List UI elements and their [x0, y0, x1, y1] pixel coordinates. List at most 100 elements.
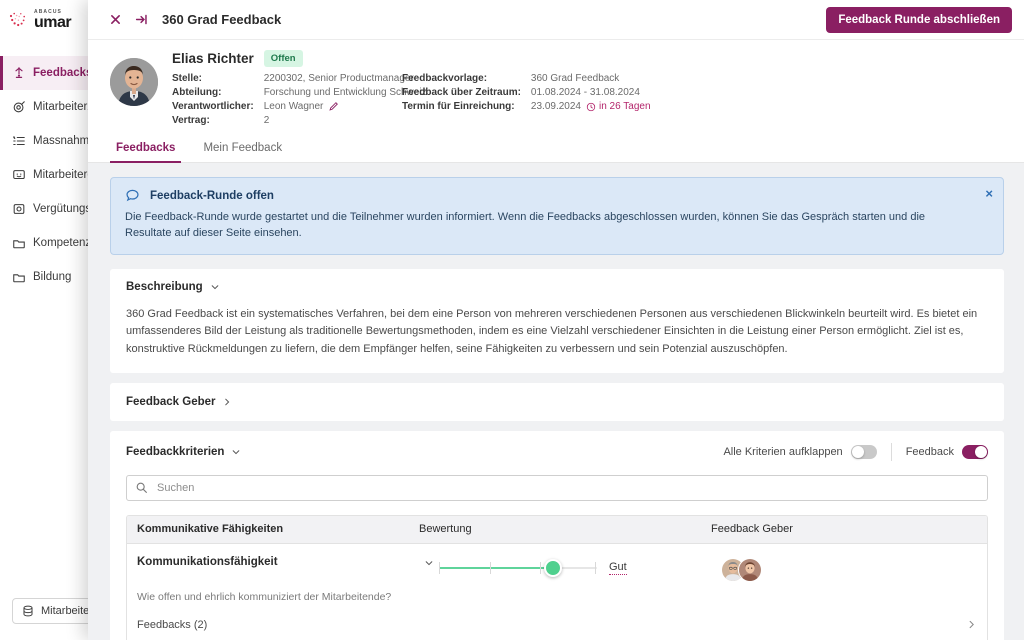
panel-tabs: Feedbacks Mein Feedback [88, 138, 1024, 163]
sidebar: ABACUS umar Feedbacks [0, 0, 96, 640]
sidebar-item-verguetungsrunden[interactable]: Vergütungsrunden [0, 192, 95, 226]
criteria-table: Kommunikative Fähigkeiten Bewertung Feed… [126, 515, 988, 640]
feedback-geber-header[interactable]: Feedback Geber [126, 396, 988, 408]
panel-header: 360 Grad Feedback Feedback Runde abschli… [88, 0, 1024, 40]
column-header-criteria: Kommunikative Fähigkeiten [127, 523, 419, 535]
target-icon [12, 100, 26, 114]
search-input[interactable] [126, 475, 988, 501]
close-icon[interactable] [102, 7, 128, 33]
sidebar-item-mitarbeitergespraeche[interactable]: Mitarbeitergespräche [0, 158, 95, 192]
feedback-toggle-label: Feedback [906, 446, 954, 458]
criterion-feedback-geber [721, 556, 977, 582]
criterion-name: Kommunikationsfähigkeit [137, 556, 419, 568]
criteria-search [126, 475, 988, 501]
pencil-icon[interactable] [328, 101, 339, 112]
feedback-toggle-group: Feedback [906, 445, 988, 459]
panel-content[interactable]: Feedback-Runde offen Die Feedback-Runde … [88, 163, 1024, 640]
feedback-toggle[interactable] [962, 445, 988, 459]
field-label: Stelle: [172, 73, 254, 84]
sidebar-item-massnahmen[interactable]: Massnahmen [0, 124, 95, 158]
banner-title: Feedback-Runde offen [150, 190, 274, 202]
tab-feedbacks[interactable]: Feedbacks [110, 138, 181, 162]
banner-title-row: Feedback-Runde offen [125, 188, 989, 203]
expand-all-label: Alle Kriterien aufklappen [723, 446, 842, 458]
column-header-feedback-geber: Feedback Geber [711, 523, 987, 535]
status-badge: Offen [264, 50, 303, 67]
field-label: Termin für Einreichung: [402, 101, 521, 112]
chat-icon [12, 168, 26, 182]
expand-all-toggle[interactable] [851, 445, 877, 459]
responsible-name: Leon Wagner [264, 101, 324, 112]
sidebar-nav: Feedbacks Mitarbeiterziele Massnahm [0, 56, 95, 294]
folder-icon [12, 270, 26, 284]
sidebar-item-label: Bildung [33, 271, 71, 283]
sidebar-item-feedbacks[interactable]: Feedbacks [0, 56, 95, 90]
rating-label: Gut [609, 561, 627, 575]
field-label: Feedback über Zeitraum: [402, 87, 521, 98]
rating-slider-thumb[interactable] [544, 559, 562, 577]
sidebar-item-label: Feedbacks [33, 67, 92, 79]
complete-feedback-round-button[interactable]: Feedback Runde abschließen [826, 7, 1012, 33]
description-title: Beschreibung [126, 281, 203, 293]
search-icon [135, 481, 148, 499]
money-icon [12, 202, 26, 216]
field-value: 01.08.2024 - 31.08.2024 [531, 87, 651, 98]
deadline-date: 23.09.2024 [531, 101, 581, 112]
table-row: Kommunikationsfähigkeit [127, 544, 987, 640]
due-text: in 26 Tagen [599, 101, 651, 112]
collapse-right-icon[interactable] [128, 7, 154, 33]
feedback-count-label: Feedbacks (2) [137, 619, 207, 631]
banner-close-icon[interactable]: × [985, 187, 993, 200]
table-header-row: Kommunikative Fähigkeiten Bewertung Feed… [127, 516, 987, 544]
employee-header: Elias Richter Offen Stelle: 2200302, Sen… [88, 40, 1024, 126]
chevron-down-icon [210, 282, 220, 292]
folder-icon [12, 236, 26, 250]
clock-icon [586, 102, 596, 112]
criterion-description: Wie offen und ehrlich kommuniziert der M… [137, 591, 977, 603]
banner-text: Die Feedback-Runde wurde gestartet und d… [125, 210, 989, 242]
rating-slider[interactable] [439, 558, 597, 578]
toolbar-divider [891, 443, 892, 461]
employee-name: Elias Richter [172, 51, 254, 66]
detail-panel: 360 Grad Feedback Feedback Runde abschli… [88, 0, 1024, 640]
chevron-right-icon[interactable] [966, 619, 977, 630]
field-label: Vertrag: [172, 115, 254, 126]
sidebar-item-kompetenzen[interactable]: Kompetenzen [0, 226, 95, 260]
expand-all-toggle-group: Alle Kriterien aufklappen [723, 445, 876, 459]
app-logo[interactable]: ABACUS umar [0, 0, 95, 40]
field-label: Verantwortlicher: [172, 101, 254, 112]
feedback-count-row[interactable]: Feedbacks (2) [137, 619, 977, 640]
feedback-geber-title: Feedback Geber [126, 396, 215, 408]
criteria-title[interactable]: Feedbackkriterien [126, 446, 224, 458]
criterion-expand-chevron-icon[interactable] [419, 556, 439, 568]
logo-text: ABACUS umar [34, 10, 71, 31]
umantis-logo-icon [8, 11, 30, 29]
criteria-header: Feedbackkriterien Alle Kriterien aufklap… [126, 443, 988, 461]
chevron-down-icon[interactable] [231, 447, 241, 457]
feedback-geber-card: Feedback Geber [110, 383, 1004, 421]
employee-fields-right: Feedbackvorlage: 360 Grad Feedback Feedb… [402, 73, 651, 126]
description-header[interactable]: Beschreibung [126, 281, 988, 293]
avatar [738, 558, 762, 582]
list-icon [12, 134, 26, 148]
tab-mein-feedback[interactable]: Mein Feedback [197, 138, 288, 162]
column-header-bewertung: Bewertung [419, 523, 711, 535]
sidebar-item-bildung[interactable]: Bildung [0, 260, 95, 294]
field-label: Feedbackvorlage: [402, 73, 521, 84]
logo-umantis-text: umar [34, 15, 71, 31]
feedback-icon [12, 66, 26, 80]
field-value: 360 Grad Feedback [531, 73, 651, 84]
employee-avatar [110, 58, 158, 106]
description-card: Beschreibung 360 Grad Feedback ist ein s… [110, 269, 1004, 373]
criterion-rating: Gut [439, 556, 721, 578]
due-note: in 26 Tagen [586, 101, 651, 112]
avatar-stack[interactable] [721, 558, 762, 582]
field-value-deadline: 23.09.2024 in 26 Tagen [531, 101, 651, 112]
panel-title: 360 Grad Feedback [162, 12, 281, 27]
sidebar-item-mitarbeiterziele[interactable]: Mitarbeiterziele [0, 90, 95, 124]
employee-fields-left: Stelle: 2200302, Senior Productmanager A… [172, 73, 402, 126]
field-label: Abteilung: [172, 87, 254, 98]
criteria-card: Feedbackkriterien Alle Kriterien aufklap… [110, 431, 1004, 640]
info-banner: Feedback-Runde offen Die Feedback-Runde … [110, 177, 1004, 255]
database-icon [21, 604, 35, 618]
